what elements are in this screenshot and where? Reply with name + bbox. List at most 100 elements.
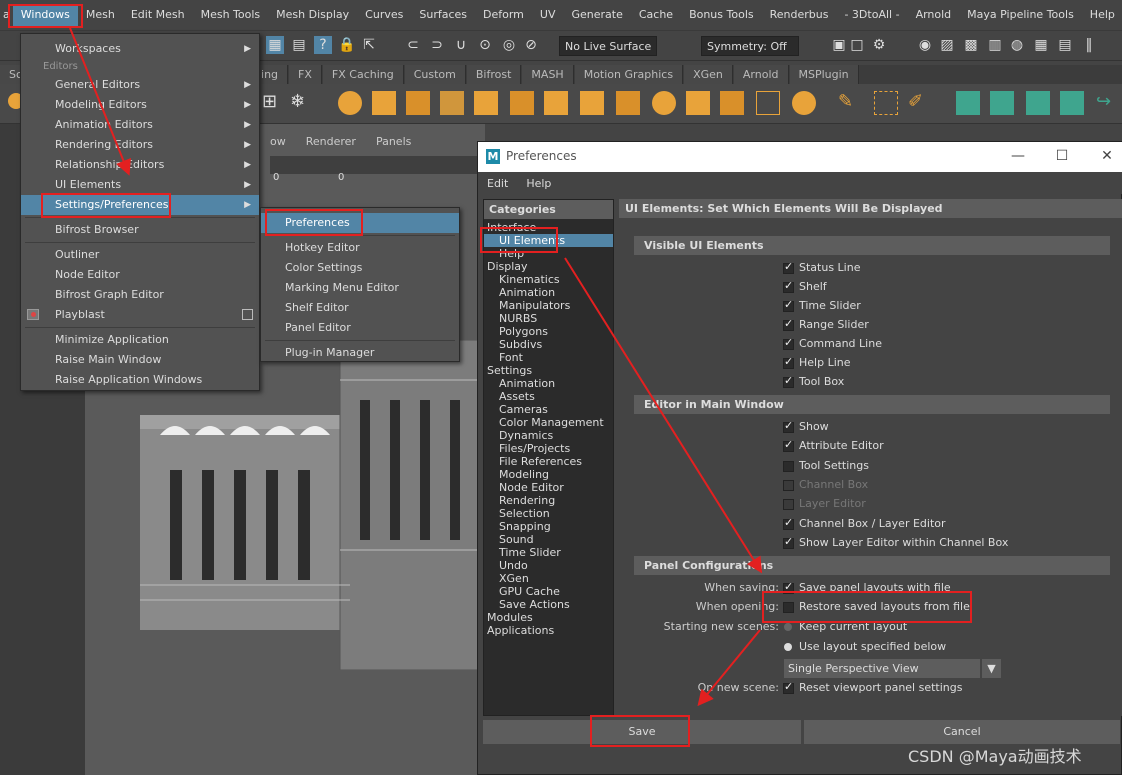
shelf-tab[interactable]: XGen — [684, 65, 733, 84]
submenu-item-shelf-editor[interactable]: Shelf Editor — [261, 298, 459, 318]
clapper-icon[interactable]: ▨ — [938, 36, 956, 54]
category-item[interactable]: Applications — [484, 624, 613, 637]
section-panel-config[interactable]: Panel Configurations — [634, 556, 1110, 575]
snap-curve-icon[interactable]: ⊃ — [428, 36, 446, 54]
shelf-bridge-icon[interactable] — [686, 91, 710, 115]
menu-item-rendering-editors[interactable]: Rendering Editors ▶ — [21, 135, 259, 155]
shelf-pen-icon[interactable]: ✎ — [838, 91, 862, 115]
shelf-poly-cube-icon[interactable] — [372, 91, 396, 115]
submenu-item-marking-menu-editor[interactable]: Marking Menu Editor — [261, 278, 459, 298]
symmetry-field[interactable]: Symmetry: Off — [701, 36, 799, 56]
category-item[interactable]: Animation — [484, 377, 613, 390]
category-item[interactable]: Polygons — [484, 325, 613, 338]
shelf-mirror-icon[interactable] — [652, 91, 676, 115]
lock-icon[interactable]: 🔒 — [338, 36, 356, 54]
menubar-item-uv[interactable]: UV — [532, 4, 564, 26]
shelf-select-icon[interactable] — [874, 91, 898, 115]
menu-item-minimize-application[interactable]: Minimize Application — [21, 330, 259, 350]
snap-point-icon[interactable]: ∪ — [452, 36, 470, 54]
shelf-poly-grid-icon[interactable] — [440, 91, 464, 115]
hypershade-icon[interactable]: ◉ — [916, 36, 934, 54]
option-checkbox[interactable] — [783, 260, 794, 274]
minimize-icon[interactable]: — — [1008, 146, 1028, 166]
category-item[interactable]: GPU Cache — [484, 585, 613, 598]
category-item[interactable]: Time Slider — [484, 546, 613, 559]
snap-grid-icon[interactable]: ▦ — [266, 36, 284, 54]
submenu-item-hotkey-editor[interactable]: Hotkey Editor — [261, 238, 459, 258]
category-item[interactable]: Modeling — [484, 468, 613, 481]
shelf-bevel-icon[interactable] — [616, 91, 640, 115]
live-surface-field[interactable]: No Live Surface — [559, 36, 657, 56]
chevron-down-icon[interactable]: ▼ — [981, 659, 1001, 678]
category-item[interactable]: Settings — [484, 364, 613, 377]
shelf-tab[interactable]: Bifrost — [466, 65, 522, 84]
category-item[interactable]: Rendering — [484, 494, 613, 507]
render-settings-icon-2[interactable]: ▥ — [986, 36, 1004, 54]
shelf-uv-cut-icon[interactable] — [1026, 91, 1050, 115]
shelf-multicut-icon[interactable] — [756, 91, 780, 115]
option-checkbox[interactable] — [783, 355, 794, 369]
option-checkbox[interactable] — [783, 374, 794, 388]
shelf-uv-sew-icon[interactable] — [1060, 91, 1084, 115]
option-box-icon[interactable] — [242, 309, 253, 320]
shelf-tab[interactable]: FX — [289, 65, 322, 84]
close-icon[interactable]: ✕ — [1097, 146, 1117, 166]
menubar-item-deform[interactable]: Deform — [475, 4, 532, 26]
menubar-item-help[interactable]: Help — [1082, 4, 1122, 26]
shelf-brush-icon[interactable]: ✐ — [908, 91, 932, 115]
shelf-poly-sphere-icon[interactable] — [338, 91, 362, 115]
menubar-item-renderbus[interactable]: Renderbus — [762, 4, 837, 26]
menubar-item-maya-pipeline-tools[interactable]: Maya Pipeline Tools — [959, 4, 1082, 26]
menu-item-bifrost-browser[interactable]: Bifrost Browser — [21, 220, 259, 240]
category-item[interactable]: Selection — [484, 507, 613, 520]
category-item[interactable]: Sound — [484, 533, 613, 546]
menubar-item-surfaces[interactable]: Surfaces — [411, 4, 475, 26]
select-cursor-icon[interactable]: ⇱ — [360, 36, 378, 54]
menubar-item-curves[interactable]: Curves — [357, 4, 411, 26]
category-item[interactable]: Cameras — [484, 403, 613, 416]
render-settings-icon[interactable]: ⚙ — [870, 36, 888, 54]
submenu-item-panel-editor[interactable]: Panel Editor — [261, 318, 459, 338]
shelf-grid-icon[interactable]: ⊞ — [262, 91, 286, 115]
option-checkbox[interactable] — [783, 419, 794, 433]
menu-item-workspaces[interactable]: Workspaces ▶ — [21, 39, 259, 59]
render-view-icon[interactable]: ▣ — [830, 36, 848, 54]
help-icon[interactable]: ? — [314, 36, 332, 54]
menu-item-general-editors[interactable]: General Editors ▶ — [21, 75, 259, 95]
option-checkbox[interactable] — [783, 317, 794, 331]
shelf-smooth-icon[interactable] — [580, 91, 604, 115]
category-item[interactable]: Modules — [484, 611, 613, 624]
submenu-item-plugin-manager[interactable]: Plug-in Manager — [261, 343, 459, 363]
viewport-menu-item[interactable]: Panels — [366, 135, 421, 153]
shelf-tab[interactable]: FX Caching — [322, 65, 404, 84]
menu-item-raise-application-windows[interactable]: Raise Application Windows — [21, 370, 259, 390]
menu-item-outliner[interactable]: Outliner — [21, 245, 259, 265]
shelf-extract-icon[interactable] — [510, 91, 534, 115]
menu-item-modeling-editors[interactable]: Modeling Editors ▶ — [21, 95, 259, 115]
option-checkbox[interactable] — [783, 336, 794, 350]
prefs-menu-help[interactable]: Help — [517, 177, 560, 190]
option-checkbox[interactable] — [783, 535, 794, 549]
layer-icon[interactable]: ▦ — [1032, 36, 1050, 54]
shelf-tab[interactable]: MSPlugin — [789, 65, 859, 84]
snap-surface-icon[interactable]: ◎ — [500, 36, 518, 54]
cancel-button[interactable]: Cancel — [804, 720, 1120, 744]
category-item[interactable]: Files/Projects — [484, 442, 613, 455]
category-item[interactable]: Color Management — [484, 416, 613, 429]
shelf-tab[interactable]: MASH — [522, 65, 574, 84]
menubar-item-mesh[interactable]: Mesh — [78, 4, 123, 26]
film-icon[interactable]: ▤ — [290, 36, 308, 54]
category-item[interactable]: Node Editor — [484, 481, 613, 494]
shelf-snowflake-icon[interactable]: ❄ — [290, 91, 314, 115]
category-item[interactable]: XGen — [484, 572, 613, 585]
menubar-item-arnold[interactable]: Arnold — [908, 4, 960, 26]
menubar-item-generate[interactable]: Generate — [563, 4, 630, 26]
menubar-item-mesh-display[interactable]: Mesh Display — [268, 4, 357, 26]
section-visible-ui[interactable]: Visible UI Elements — [634, 236, 1110, 255]
category-item[interactable]: File References — [484, 455, 613, 468]
ipr-icon[interactable]: ▩ — [962, 36, 980, 54]
shelf-tab[interactable]: Motion Graphics — [574, 65, 684, 84]
shelf-tab[interactable]: Custom — [404, 65, 466, 84]
shelf-uv-icon[interactable] — [956, 91, 980, 115]
option-checkbox[interactable] — [783, 298, 794, 312]
